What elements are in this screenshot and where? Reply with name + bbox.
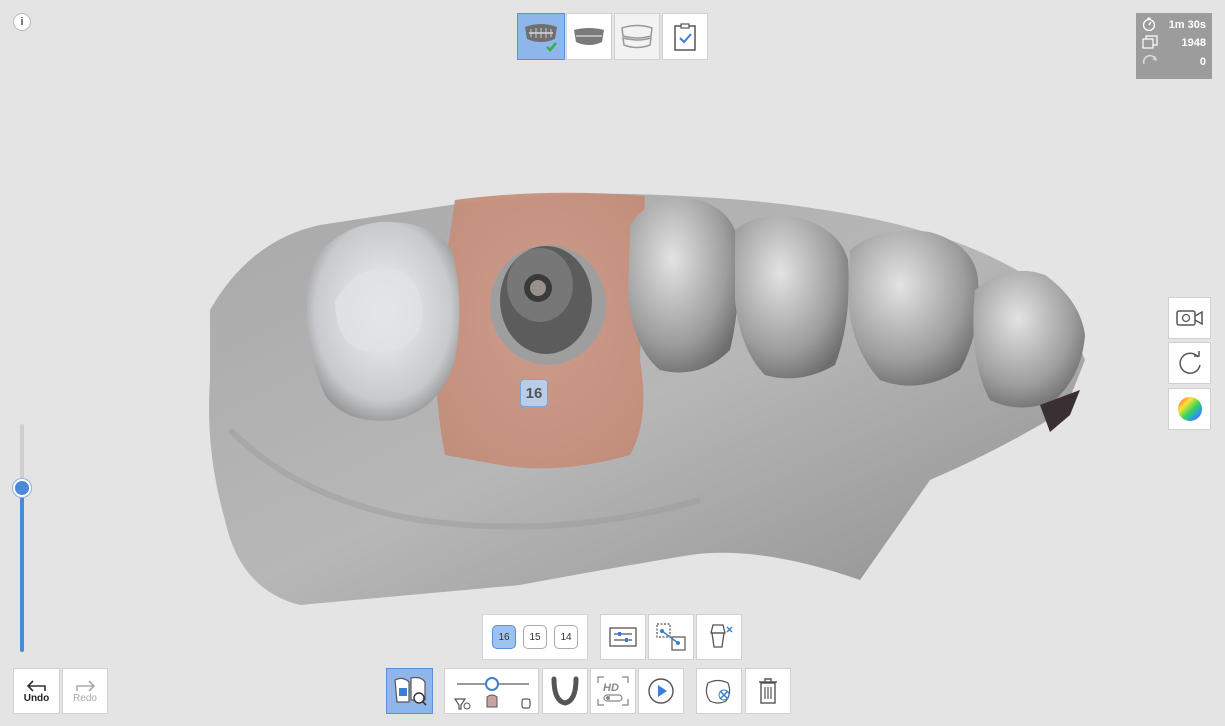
- reset-view-button[interactable]: [1168, 342, 1211, 384]
- svg-text:HD: HD: [603, 682, 619, 694]
- tooth-chip-14[interactable]: 14: [554, 625, 578, 649]
- color-map-button[interactable]: [1168, 388, 1211, 430]
- undo-button[interactable]: Undo: [13, 668, 60, 714]
- tooth-search-icon: [393, 676, 427, 706]
- color-wheel-icon: [1177, 397, 1202, 421]
- redo-button[interactable]: Redo: [62, 668, 108, 714]
- undo-label: Undo: [23, 692, 50, 704]
- video-camera-icon: [1175, 310, 1203, 326]
- tooth-eraser-icon: [705, 679, 731, 704]
- rotate-icon: [1178, 351, 1201, 374]
- sliders-panel-icon: [609, 627, 637, 647]
- abutment-button[interactable]: [696, 614, 742, 660]
- delete-button[interactable]: [745, 668, 791, 714]
- redo-label: Redo: [73, 692, 97, 704]
- arch-view-button[interactable]: [542, 668, 588, 714]
- redo-arrow-icon: [76, 679, 96, 692]
- depth-slider-fill: [20, 487, 24, 652]
- remove-data-button[interactable]: [696, 668, 742, 714]
- trash-icon: [759, 678, 777, 704]
- camera-view-button[interactable]: [1168, 297, 1211, 339]
- scan-mode-button[interactable]: [386, 668, 433, 714]
- premolar-tooth: [628, 197, 739, 373]
- tooth-number-tag[interactable]: 16: [520, 379, 548, 407]
- tooth-chip-15[interactable]: 15: [523, 625, 547, 649]
- align-scan-button[interactable]: [648, 614, 694, 660]
- play-button[interactable]: [638, 668, 684, 714]
- play-icon: [648, 678, 674, 704]
- tooth-selector-group: 16 15 14: [482, 614, 588, 660]
- abutment-icon: [710, 624, 733, 648]
- undo-arrow-icon: [26, 679, 46, 692]
- scan-settings-button[interactable]: [600, 614, 646, 660]
- hd-icon: HD: [597, 676, 629, 706]
- depth-slider-thumb[interactable]: [13, 478, 31, 497]
- align-icon: [656, 623, 686, 651]
- dental-arch-icon: [551, 676, 579, 706]
- tooth-chip-16[interactable]: 16: [492, 625, 516, 649]
- hd-mode-button[interactable]: HD: [590, 668, 636, 714]
- filter-slider-button[interactable]: [444, 668, 539, 714]
- filter-slider-icon: [453, 677, 531, 710]
